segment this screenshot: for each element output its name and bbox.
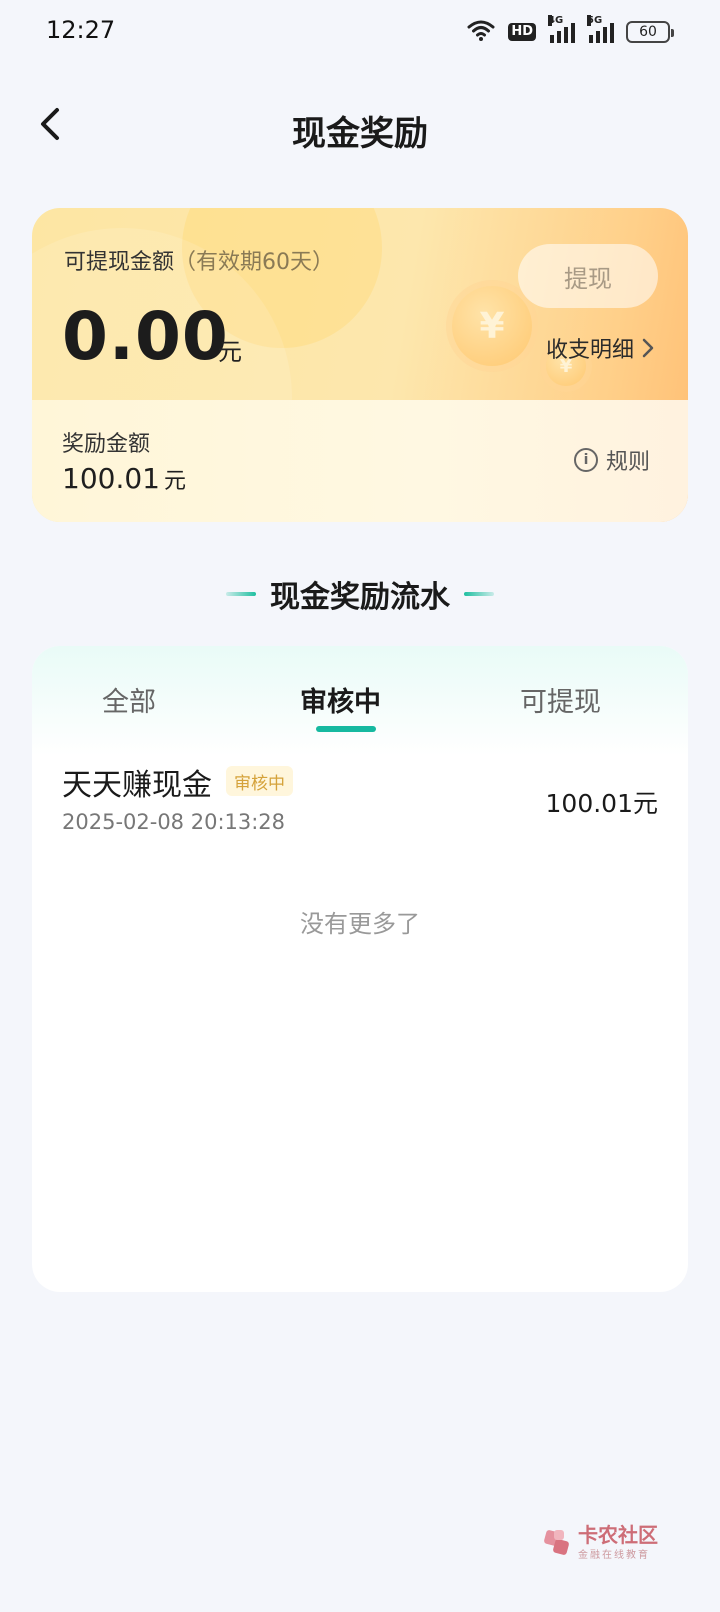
battery-level: 60 — [639, 24, 657, 40]
reward-section: 奖励金额 100.01 元 i 规则 — [32, 400, 688, 522]
record-amount: 100.01元 — [545, 789, 658, 818]
watermark-text: 卡农社区 金融在线教育 — [578, 1524, 658, 1561]
status-icons: HD 4G 5G 60 — [466, 15, 674, 48]
heading-decor-right — [464, 592, 494, 596]
section-heading: 现金奖励流水 — [0, 572, 720, 616]
cash-card: 可提现金额（有效期60天） 0.00 元 ¥ ¥ 提现 收支明细 奖励金额 10… — [32, 208, 688, 522]
withdrawable-label: 可提现金额（有效期60天） — [64, 244, 334, 276]
network-5g-label: 5G — [587, 15, 603, 26]
tab-all[interactable]: 全部 — [102, 680, 156, 719]
withdrawable-amount: 0.00 — [62, 298, 229, 375]
heading-decor-left — [226, 592, 256, 596]
withdraw-button[interactable]: 提现 — [518, 244, 658, 308]
watermark-name: 卡农社区 — [578, 1523, 658, 1547]
validity-note: （有效期60天） — [174, 250, 335, 275]
transaction-list-card: 全部 审核中 可提现 天天赚现金 审核中 2025-02-08 20:13:28… — [32, 646, 688, 1292]
signal-5g-icon: 5G — [587, 15, 614, 43]
withdrawable-label-text: 可提现金额 — [64, 250, 175, 275]
rules-link[interactable]: i 规则 — [573, 444, 650, 476]
info-icon: i — [573, 448, 598, 472]
list-item[interactable]: 天天赚现金 审核中 2025-02-08 20:13:28 100.01元 — [32, 760, 688, 856]
battery-icon: 60 — [626, 21, 674, 43]
record-timestamp: 2025-02-08 20:13:28 — [62, 810, 286, 834]
signal-4g-icon: 4G — [548, 15, 575, 43]
watermark-logo-icon — [542, 1528, 572, 1558]
watermark-subtitle: 金融在线教育 — [578, 1550, 650, 1561]
withdrawable-section: 可提现金额（有效期60天） 0.00 元 ¥ ¥ 提现 收支明细 — [32, 208, 688, 522]
chevron-right-icon — [642, 338, 654, 358]
income-details-label: 收支明细 — [545, 338, 634, 363]
tab-under-review[interactable]: 审核中 — [300, 680, 381, 719]
yuan-coin-icon: ¥ — [452, 286, 532, 366]
reward-amount: 100.01 — [62, 462, 160, 495]
network-4g-label: 4G — [548, 15, 564, 26]
rules-label: 规则 — [605, 450, 650, 475]
section-title: 现金奖励流水 — [270, 580, 450, 615]
reward-label: 奖励金额 — [62, 432, 151, 457]
income-details-link[interactable]: 收支明细 — [546, 332, 654, 364]
reward-amount-row: 100.01 元 — [62, 462, 186, 495]
tab-withdrawable[interactable]: 可提现 — [520, 680, 601, 719]
page-title: 现金奖励 — [292, 114, 428, 154]
record-title: 天天赚现金 — [62, 768, 212, 803]
hd-voice-badge: HD — [508, 23, 536, 41]
status-badge: 审核中 — [226, 766, 293, 796]
withdrawable-unit: 元 — [218, 338, 242, 366]
list-end-text: 没有更多了 — [300, 910, 420, 938]
status-time: 12:27 — [46, 16, 116, 44]
page: 12:27 HD 4G 5G 60 现金奖励 可提现金额（有效期60天） 0.0… — [0, 0, 720, 1612]
active-tab-indicator — [316, 726, 376, 732]
watermark: 卡农社区 金融在线教育 — [542, 1524, 658, 1561]
wifi-icon — [466, 18, 496, 46]
reward-unit: 元 — [163, 469, 186, 494]
status-bar: 12:27 HD 4G 5G 60 — [0, 0, 720, 64]
